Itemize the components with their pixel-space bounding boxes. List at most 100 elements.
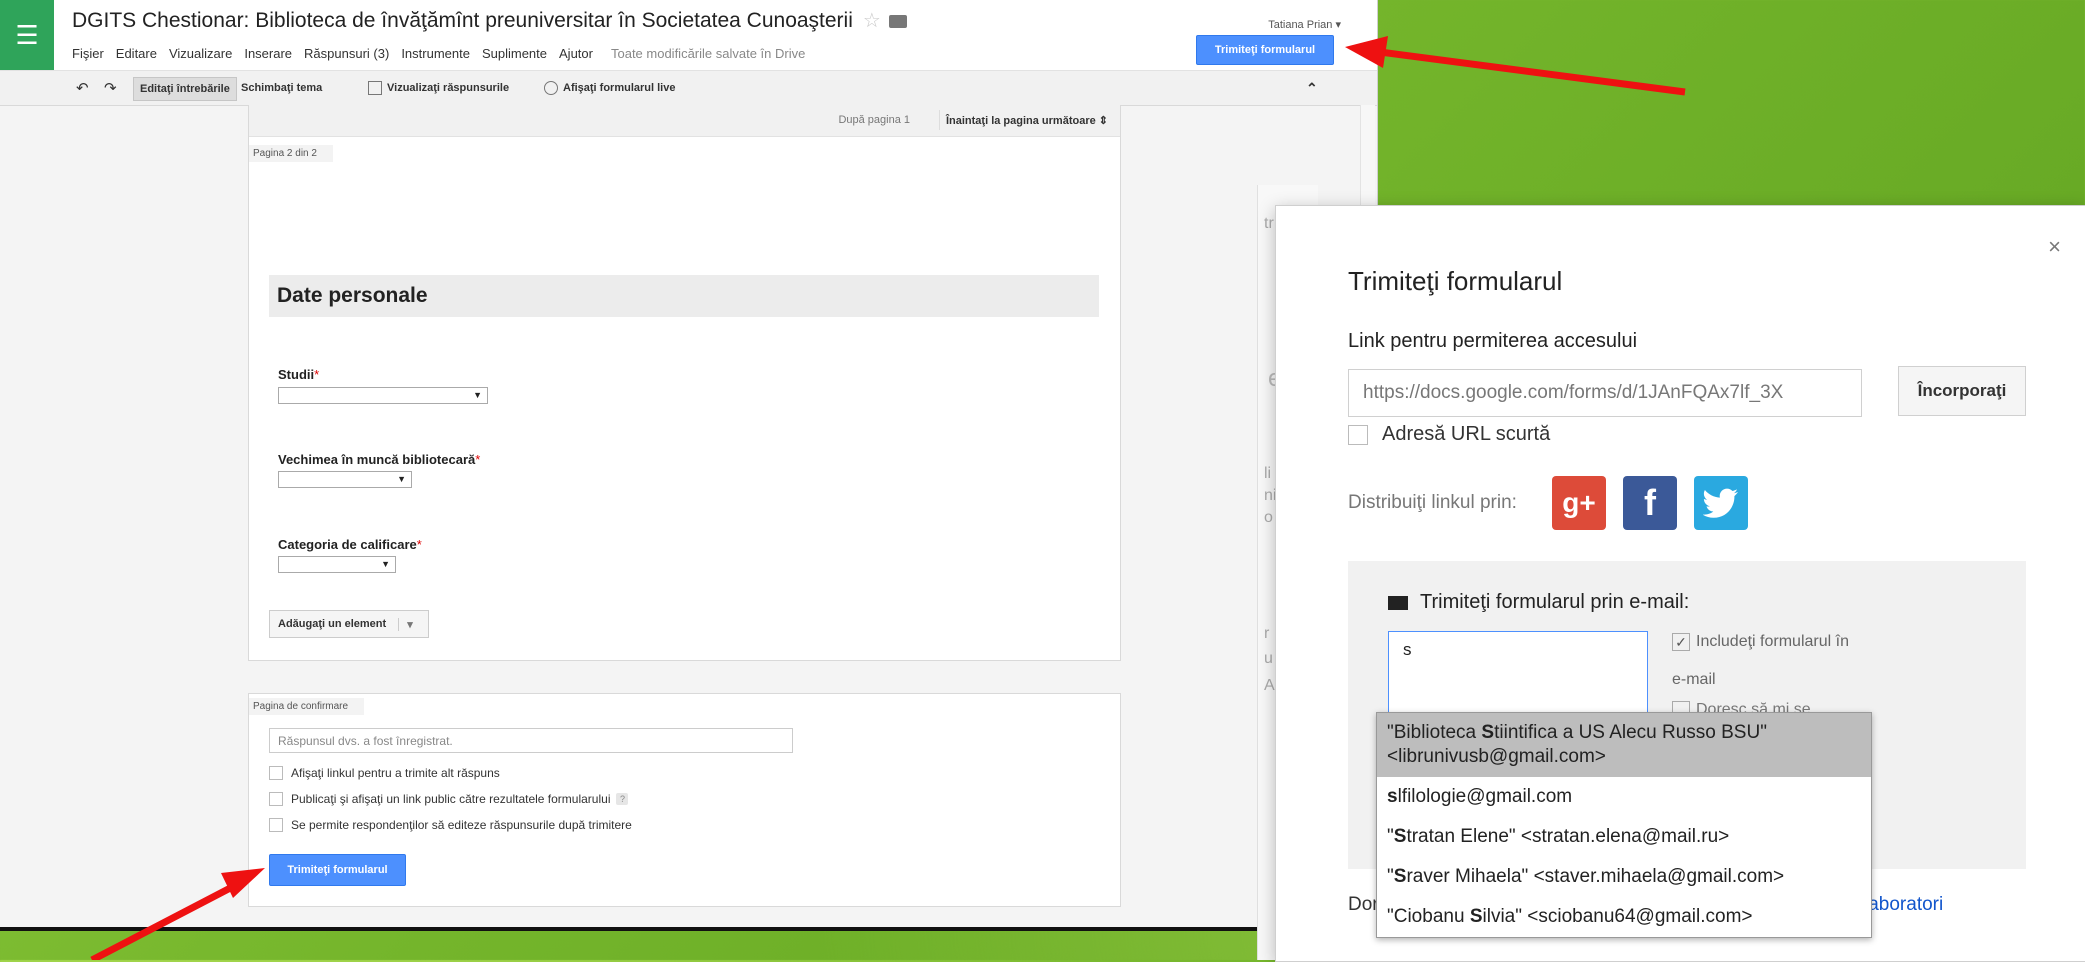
send-form-button-top[interactable]: Trimiteţi formularul	[1196, 35, 1334, 65]
dropdown-arrow-icon: ▼	[473, 390, 482, 400]
twitter-icon[interactable]	[1694, 476, 1748, 530]
share-link-field[interactable]: https://docs.google.com/forms/d/1JAnFQAx…	[1348, 369, 1862, 417]
suggestion-pre: "Biblioteca	[1387, 722, 1482, 743]
menu-addons[interactable]: Suplimente	[482, 46, 547, 61]
option-publish-results[interactable]: Publicaţi şi afişaţi un link public cătr…	[269, 792, 629, 806]
envelope-icon	[1388, 595, 1408, 610]
suggestion-match: S	[1469, 906, 1483, 927]
chevron-down-icon[interactable]: ▾	[398, 617, 413, 631]
document-title-text[interactable]: DGITS Chestionar: Biblioteca de învăţămî…	[72, 9, 853, 32]
help-icon[interactable]: ?	[616, 793, 629, 805]
suggestion-post: ilvia" <sciobanu64@gmail.com>	[1482, 906, 1753, 927]
send-form-button-bottom[interactable]: Trimiteţi formularul	[269, 854, 406, 886]
menu-file[interactable]: Fişier	[72, 46, 104, 61]
tab-edit-questions[interactable]: Editaţi întrebările	[133, 77, 237, 101]
checkbox[interactable]	[1348, 424, 1368, 445]
question-title: Categoria de calificare	[278, 537, 417, 552]
menu-insert[interactable]: Inserare	[244, 46, 292, 61]
include-form-label: Includeţi formularul în	[1696, 633, 1849, 650]
table-icon	[368, 81, 382, 95]
experience-dropdown[interactable]: ▼	[278, 471, 412, 488]
section-header[interactable]: Date personale	[269, 275, 1099, 317]
page-tag: Pagina 2 din 2	[249, 145, 333, 162]
option-label: Se permite respondenţilor să editeze răs…	[291, 818, 632, 832]
user-account[interactable]: Tatiana Prian ▾	[1268, 18, 1341, 31]
menu-help[interactable]: Ajutor	[559, 46, 593, 61]
share-link-label: Link pentru permiterea accesului	[1348, 330, 1638, 352]
tab-view-responses[interactable]: Vizualizaţi răspunsurile	[362, 77, 515, 99]
facebook-icon[interactable]: f	[1623, 476, 1677, 530]
suggestion-item[interactable]: "Stratan Elene" <stratan.elena@mail.ru>	[1377, 817, 1871, 857]
question-title: Vechimea în muncă bibliotecară	[278, 452, 476, 467]
dropdown-arrow-icon: ▼	[397, 474, 406, 484]
document-title[interactable]: DGITS Chestionar: Biblioteca de învăţămî…	[72, 8, 907, 33]
checkbox[interactable]	[269, 792, 283, 806]
forms-editor-window: ☰ DGITS Chestionar: Biblioteca de învăţă…	[0, 0, 1378, 927]
suggestion-pre: "	[1387, 826, 1394, 847]
save-status: Toate modificările salvate în Drive	[610, 46, 806, 61]
collaborators-link[interactable]: laboratori	[1864, 894, 1943, 916]
dropdown-arrow-icon: ▼	[381, 559, 390, 569]
short-url-label: Adresă URL scurtă	[1382, 423, 1551, 445]
collaborators-prefix: Dor	[1348, 894, 1379, 915]
collapse-icon[interactable]: ⌃	[1300, 77, 1324, 99]
background-text: li	[1264, 465, 1272, 482]
option-label: Publicaţi şi afişaţi un link public cătr…	[291, 792, 611, 806]
suggestion-item[interactable]: slfilologie@gmail.com	[1377, 777, 1871, 817]
suggestion-item[interactable]: "Ciobanu Silvia" <sciobanu64@gmail.com>	[1377, 897, 1871, 937]
include-form-label-cont: e-mail	[1672, 671, 1716, 688]
background-text: u	[1264, 650, 1273, 667]
close-icon[interactable]: ×	[2048, 234, 2061, 260]
required-mark: *	[314, 367, 320, 382]
add-item-label: Adăugaţi un element	[278, 618, 387, 630]
option-show-resubmit-link[interactable]: Afişaţi linkul pentru a trimite alt răsp…	[269, 766, 500, 780]
suggestion-post: tiintifica a US Alecu Russo BSU"	[1494, 722, 1767, 743]
menu-tools[interactable]: Instrumente	[401, 46, 470, 61]
tab-change-theme[interactable]: Schimbaţi tema	[235, 77, 328, 99]
menu-responses[interactable]: Răspunsuri (3)	[304, 46, 389, 61]
suggestion-item[interactable]: "Sraver Mihaela" <staver.mihaela@gmail.c…	[1377, 857, 1871, 897]
studies-dropdown[interactable]: ▼	[278, 387, 488, 404]
include-form-option[interactable]: ✓ Includeţi formularul în	[1672, 633, 1849, 651]
suggestion-match: s	[1387, 786, 1398, 807]
menu-view[interactable]: Vizualizare	[169, 46, 232, 61]
short-url-option[interactable]: Adresă URL scurtă	[1348, 423, 1550, 446]
suggestion-match: S	[1393, 826, 1407, 847]
form-page-panel: După pagina 1 Înaintaţi la pagina următo…	[248, 105, 1121, 661]
dialog-title: Trimiteţi formularul	[1348, 266, 1563, 296]
email-recipients-input[interactable]: s	[1388, 631, 1648, 719]
add-item-button[interactable]: Adăugaţi un element ▾	[269, 610, 429, 638]
confirmation-message-input[interactable]: Răspunsul dvs. a fost înregistrat.	[269, 728, 793, 753]
checkbox[interactable]	[269, 818, 283, 832]
background-text: r	[1264, 625, 1270, 642]
checkmark-icon[interactable]: ✓	[1672, 633, 1690, 651]
tab-live-form[interactable]: Afişaţi formularul live	[538, 77, 681, 99]
background-text: A	[1264, 677, 1275, 694]
question-title: Studii	[278, 367, 315, 382]
after-page-label: După pagina 1	[838, 114, 910, 126]
qualification-dropdown[interactable]: ▼	[278, 556, 396, 573]
star-icon[interactable]: ☆	[863, 10, 881, 32]
share-via-label: Distribuiţi linkul prin:	[1348, 492, 1517, 513]
menu-edit[interactable]: Editare	[116, 46, 157, 61]
editor-toolbar: ↶ ↷ Editaţi întrebările Schimbaţi tema V…	[0, 71, 1377, 106]
redo-icon[interactable]: ↷	[98, 77, 123, 99]
suggestion-item[interactable]: "Biblioteca Stiintifica a US Alecu Russo…	[1377, 713, 1871, 777]
background-text: o	[1264, 509, 1273, 526]
embed-button[interactable]: Încorporaţi	[1898, 366, 2026, 416]
required-mark: *	[475, 452, 481, 467]
google-plus-icon[interactable]: g+	[1552, 476, 1606, 530]
question-label-qualification[interactable]: Categoria de calificare*	[278, 537, 422, 552]
page-navigation-select[interactable]: Înaintaţi la pagina următoare ⇕	[938, 110, 1114, 130]
checkbox[interactable]	[269, 766, 283, 780]
email-suggestions-dropdown: "Biblioteca Stiintifica a US Alecu Russo…	[1376, 712, 1872, 938]
question-label-experience[interactable]: Vechimea în muncă bibliotecară*	[278, 452, 480, 467]
question-label-studies[interactable]: Studii*	[278, 367, 319, 382]
twitter-bird-icon	[1703, 488, 1738, 518]
option-allow-edit[interactable]: Se permite respondenţilor să editeze răs…	[269, 818, 632, 832]
suggestion-pre: "Ciobanu	[1387, 906, 1470, 927]
forms-app-icon[interactable]: ☰	[0, 0, 54, 70]
folder-icon[interactable]	[888, 14, 907, 28]
email-section-label: Trimiteţi formularul prin e-mail:	[1388, 591, 1689, 614]
undo-icon[interactable]: ↶	[70, 77, 95, 99]
